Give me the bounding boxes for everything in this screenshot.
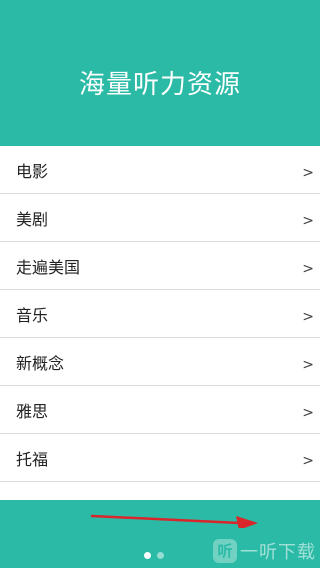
list-item-new-concept[interactable]: 新概念 >: [0, 338, 320, 386]
list-item-us-drama[interactable]: 美剧 >: [0, 194, 320, 242]
list-item-label: 音乐: [16, 305, 49, 325]
chevron-right-icon: >: [302, 260, 314, 277]
list-item-family-album-usa[interactable]: 走遍美国 >: [0, 242, 320, 290]
chevron-right-icon: >: [302, 308, 314, 325]
chevron-right-icon: >: [302, 404, 314, 421]
page-dot-inactive: [157, 552, 164, 559]
chevron-right-icon: >: [302, 212, 314, 229]
chevron-right-icon: >: [302, 356, 314, 373]
list-item-label: 雅思: [16, 401, 49, 421]
list-item-music[interactable]: 音乐 >: [0, 290, 320, 338]
page-title: 海量听力资源: [78, 69, 241, 100]
list-item-label: 走遍美国: [16, 257, 81, 277]
list-item-ielts[interactable]: 雅思 >: [0, 386, 320, 434]
watermark-logo: 听 一听下载: [213, 538, 316, 564]
page-indicator: [144, 552, 164, 559]
footer-bar: 听 一听下载: [0, 500, 320, 568]
list-item-toefl[interactable]: 托福 >: [0, 434, 320, 482]
list-item-label: 美剧: [16, 209, 49, 229]
list-item-label: 托福: [16, 449, 49, 469]
chevron-right-icon: >: [302, 164, 314, 181]
watermark-text: 一听下载: [240, 542, 316, 563]
chevron-right-icon: >: [302, 452, 314, 469]
header-banner: 海量听力资源: [0, 0, 320, 146]
swipe-arrow-icon: [90, 514, 258, 528]
watermark-ear-icon: 听: [213, 539, 237, 563]
page-dot-active: [144, 552, 151, 559]
list-item-label: 电影: [16, 161, 49, 181]
list-item-label: 新概念: [16, 353, 65, 373]
resource-list: 电影 > 美剧 > 走遍美国 > 音乐 > 新概念 > 雅思 > 托福 >: [0, 146, 320, 482]
list-item-movies[interactable]: 电影 >: [0, 146, 320, 194]
